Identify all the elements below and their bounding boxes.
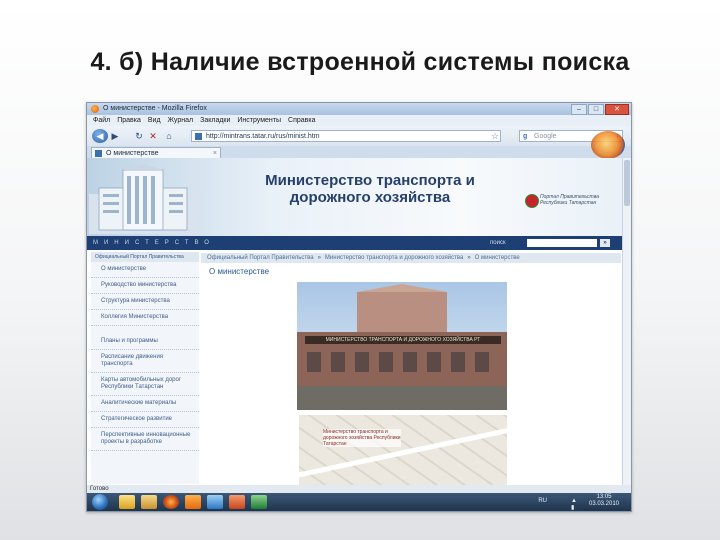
nav-item-projects[interactable]: Перспективные инновационные проекты в ра…: [91, 428, 199, 451]
google-icon: g: [523, 133, 528, 140]
tab-bar: О министерстве ×: [87, 146, 631, 158]
menu-bookmarks[interactable]: Закладки: [200, 115, 230, 126]
tab-favicon-icon: [95, 150, 102, 157]
address-bar-url: http://mintrans.tatar.ru/rus/minist.htm: [206, 133, 320, 140]
browser-screenshot: О министерстве - Mozilla Firefox – □ ✕ Ф…: [86, 102, 632, 512]
slide-title: 4. б) Наличие встроенной системы поиска: [90, 48, 630, 76]
breadcrumb-item-current: О министерстве: [474, 255, 520, 261]
media-player-taskbar-icon[interactable]: [185, 495, 201, 509]
breadcrumb-separator-icon: »: [467, 255, 471, 261]
explorer-taskbar-icon[interactable]: [119, 495, 135, 509]
site-search-label: поиск: [490, 240, 506, 246]
web-page: Министерство транспорта и дорожного хозя…: [87, 158, 623, 485]
nav-item-strategy[interactable]: Стратегическое развитие: [91, 412, 199, 428]
start-button-icon[interactable]: [92, 494, 108, 510]
building-photo-drawing: [297, 284, 507, 410]
firefox-taskbar-icon[interactable]: [163, 495, 179, 509]
breadcrumb-item-ministry[interactable]: Министерство транспорта и дорожного хозя…: [325, 255, 463, 261]
window-titlebar: О министерстве - Mozilla Firefox – □ ✕: [87, 103, 631, 115]
nav-item-road-maps[interactable]: Карты автомобильных дорог Республики Тат…: [91, 373, 199, 396]
excel-taskbar-icon[interactable]: [251, 495, 267, 509]
location-map[interactable]: Министерство транспорта и дорожного хозя…: [299, 415, 507, 485]
nav-item-analytics[interactable]: Аналитические материалы: [91, 396, 199, 412]
site-search-input[interactable]: [527, 239, 597, 247]
reload-icon[interactable]: ↻: [133, 129, 145, 143]
tab-title: О министерстве: [106, 150, 159, 157]
nav-item-leadership[interactable]: Руководство министерства: [91, 278, 199, 294]
menu-tools[interactable]: Инструменты: [237, 115, 281, 126]
close-icon[interactable]: ✕: [605, 104, 629, 115]
breadcrumb: Официальный Портал Правительства» Министе…: [201, 253, 621, 263]
window-title: О министерстве - Mozilla Firefox: [103, 105, 207, 112]
building-sign: МИНИСТЕРСТВО ТРАНСПОРТА И ДОРОЖНОГО ХОЗЯ…: [305, 336, 501, 344]
nav-item-schedule[interactable]: Расписание движения транспорта: [91, 350, 199, 373]
site-search-button[interactable]: »: [600, 239, 610, 247]
clock-time: 13:05: [596, 494, 612, 500]
nav-item-plans[interactable]: Планы и программы: [91, 334, 199, 350]
back-icon[interactable]: ◀: [92, 129, 108, 143]
ministry-title-line2: дорожного хозяйства: [289, 189, 451, 206]
scrollbar-thumb[interactable]: [624, 160, 630, 206]
site-banner: Министерство транспорта и дорожного хозя…: [87, 158, 623, 236]
forward-icon[interactable]: ▶: [109, 129, 121, 143]
breadcrumb-separator-icon: »: [317, 255, 321, 261]
maximize-icon[interactable]: □: [588, 104, 604, 115]
bookmark-star-icon[interactable]: ☆: [491, 131, 499, 142]
firefox-icon: [91, 105, 99, 113]
address-bar[interactable]: http://mintrans.tatar.ru/rus/minist.htm: [191, 130, 501, 142]
menu-edit[interactable]: Правка: [117, 115, 141, 126]
menu-history[interactable]: Журнал: [168, 115, 194, 126]
ministry-title: Министерство транспорта и дорожного хозя…: [255, 172, 485, 206]
home-icon[interactable]: ⌂: [163, 129, 175, 143]
site-favicon-icon: [195, 133, 202, 140]
folder-taskbar-icon[interactable]: [207, 495, 223, 509]
language-indicator[interactable]: RU: [538, 498, 547, 504]
map-location-label: Министерство транспорта и дорожного хозя…: [323, 429, 401, 447]
library-taskbar-icon[interactable]: [141, 495, 157, 509]
content-title: О министерстве: [209, 267, 270, 276]
ministry-title-line1: Министерство транспорта и: [265, 172, 475, 189]
left-nav-portal-link[interactable]: Официальный Портал Правительства: [91, 252, 199, 262]
browser-status-bar: Готово: [87, 485, 631, 493]
nav-item-board[interactable]: Коллегия Министерства: [91, 310, 199, 326]
site-header-bar: МИНИСТЕРСТВО поиск »: [87, 236, 623, 250]
ministry-building-photo: МИНИСТЕРСТВО ТРАНСПОРТА И ДОРОЖНОГО ХОЗЯ…: [297, 282, 507, 410]
clock-date: 03.03.2010: [588, 501, 620, 507]
menu-view[interactable]: Вид: [148, 115, 161, 126]
nav-item-structure[interactable]: Структура министерства: [91, 294, 199, 310]
tray-icons[interactable]: ▲ ▮ ◔: [571, 498, 579, 511]
breadcrumb-item-portal[interactable]: Официальный Портал Правительства: [207, 255, 314, 261]
powerpoint-taskbar-icon[interactable]: [229, 495, 245, 509]
browser-search-placeholder: Google: [534, 133, 557, 140]
page-scrollbar[interactable]: [622, 158, 631, 485]
firefox-logo-icon: [591, 131, 625, 159]
minimize-icon[interactable]: –: [571, 104, 587, 115]
tatarstan-emblem-icon[interactable]: [525, 194, 539, 208]
stop-icon[interactable]: ✕: [147, 129, 159, 143]
nav-item-about[interactable]: О министерстве: [91, 262, 199, 278]
menu-bar: Файл Правка Вид Журнал Закладки Инструме…: [87, 115, 631, 126]
menu-help[interactable]: Справка: [288, 115, 315, 126]
ministry-building-illustration: [89, 164, 201, 234]
window-controls: – □ ✕: [571, 104, 629, 115]
windows-taskbar: RU ▲ ▮ ◔ 13:05 03.03.2010: [87, 493, 631, 511]
header-bar-caption: МИНИСТЕРСТВО: [93, 240, 215, 246]
government-portal-link[interactable]: Портал Правительства Республики Татарста…: [540, 194, 610, 206]
status-text: Готово: [90, 486, 109, 492]
clock[interactable]: 13:05 03.03.2010: [587, 494, 621, 508]
left-navigation: Официальный Портал Правительства О минис…: [91, 252, 199, 484]
menu-file[interactable]: Файл: [93, 115, 110, 126]
tab-o-ministerstve[interactable]: О министерстве ×: [91, 147, 221, 158]
navigation-toolbar: ◀ ▶ ↻ ✕ ⌂ http://mintrans.tatar.ru/rus/m…: [87, 126, 631, 146]
